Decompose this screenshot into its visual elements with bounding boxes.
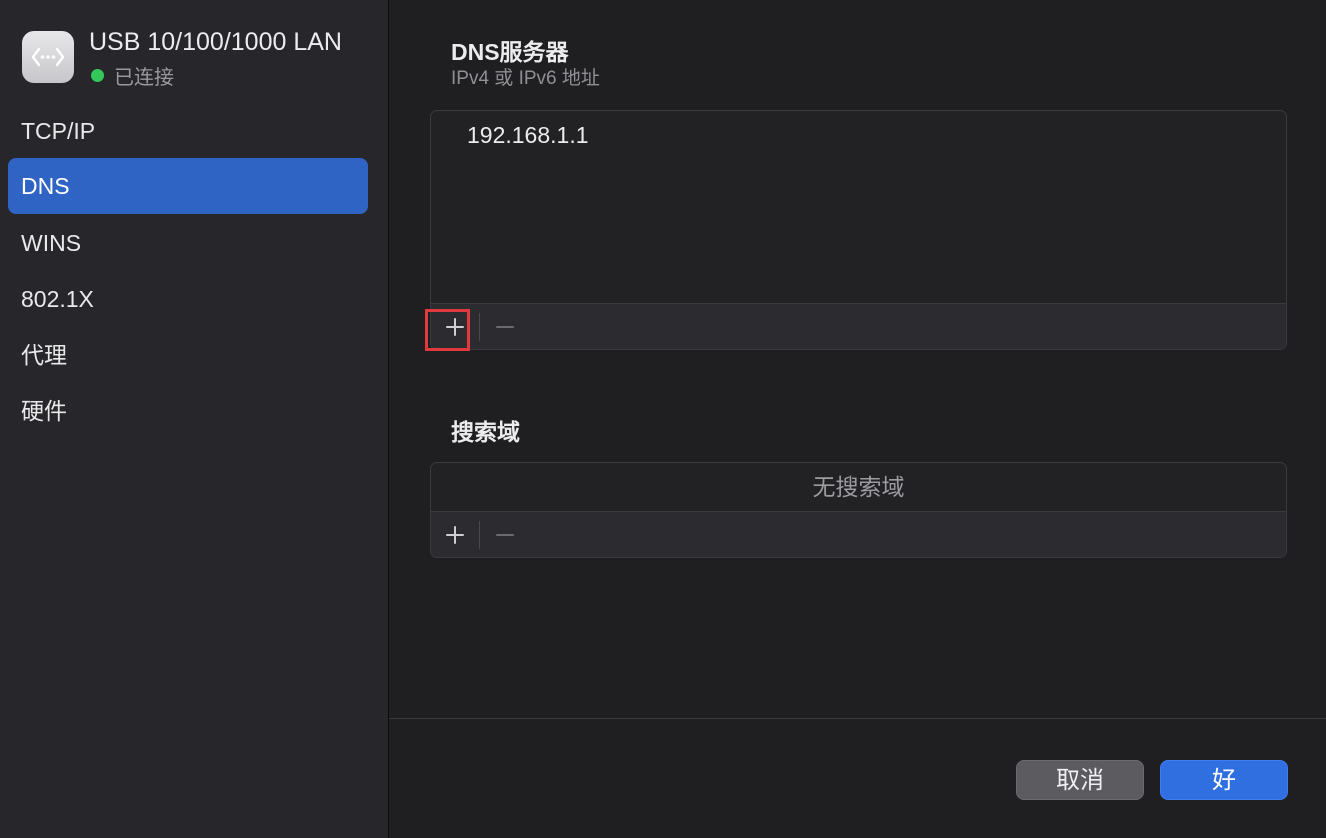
network-settings-window: USB 10/100/1000 LAN 已连接 TCP/IP DNS WINS … bbox=[0, 0, 1326, 838]
cancel-button[interactable]: 取消 bbox=[1016, 760, 1144, 800]
plus-icon bbox=[446, 526, 464, 544]
search-list-toolbar bbox=[431, 511, 1286, 557]
search-domain-list[interactable]: 无搜索域 bbox=[430, 462, 1287, 558]
dns-server-entry[interactable]: 192.168.1.1 bbox=[467, 122, 589, 149]
minus-icon bbox=[496, 534, 514, 536]
sidebar-item-8021x[interactable]: 802.1X bbox=[8, 271, 368, 327]
remove-dns-server-button[interactable] bbox=[483, 304, 527, 349]
minus-icon bbox=[496, 326, 514, 328]
dns-server-list[interactable]: 192.168.1.1 bbox=[430, 110, 1287, 350]
sidebar-item-proxy[interactable]: 代理 bbox=[8, 327, 368, 383]
ethernet-icon bbox=[22, 31, 74, 83]
dns-servers-subtitle: IPv4 或 IPv6 地址 bbox=[451, 68, 600, 89]
toolbar-separator bbox=[479, 521, 480, 549]
sidebar-item-wins[interactable]: WINS bbox=[8, 215, 368, 271]
sidebar: USB 10/100/1000 LAN 已连接 TCP/IP DNS WINS … bbox=[0, 0, 389, 838]
interface-name: USB 10/100/1000 LAN bbox=[89, 28, 342, 56]
remove-search-domain-button[interactable] bbox=[483, 512, 527, 557]
dns-list-toolbar bbox=[431, 303, 1286, 349]
no-search-domains-label: 无搜索域 bbox=[812, 474, 905, 500]
sidebar-item-tcpip[interactable]: TCP/IP bbox=[8, 103, 368, 159]
footer-divider bbox=[389, 718, 1326, 719]
search-domains-title: 搜索域 bbox=[451, 419, 520, 445]
main-panel: DNS服务器 IPv4 或 IPv6 地址 192.168.1.1 搜索域 无搜… bbox=[389, 0, 1326, 838]
status-dot bbox=[91, 69, 104, 82]
plus-icon bbox=[446, 318, 464, 336]
connection-status: 已连接 bbox=[89, 61, 174, 90]
add-dns-server-button[interactable] bbox=[433, 304, 477, 349]
ok-button[interactable]: 好 bbox=[1160, 760, 1288, 800]
add-search-domain-button[interactable] bbox=[433, 512, 477, 557]
dns-servers-title: DNS服务器 bbox=[451, 39, 569, 65]
sidebar-item-hardware[interactable]: 硬件 bbox=[8, 383, 368, 439]
sidebar-item-dns[interactable]: DNS bbox=[8, 158, 368, 214]
toolbar-separator bbox=[479, 313, 480, 341]
status-text: 已连接 bbox=[114, 67, 174, 89]
